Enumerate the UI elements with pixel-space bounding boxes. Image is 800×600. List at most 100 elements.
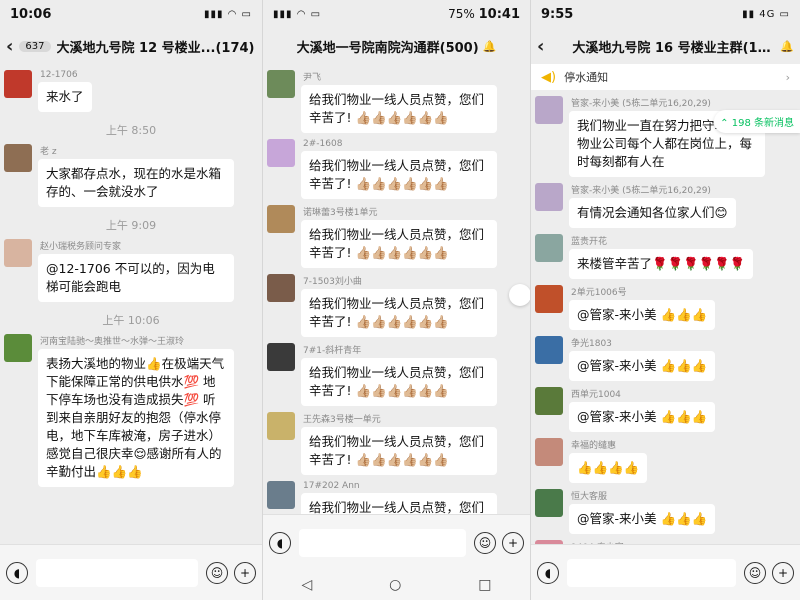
plus-icon[interactable]: + [772, 561, 794, 584]
avatar[interactable] [267, 481, 295, 509]
mute-bell-icon: 🔔 [780, 39, 794, 53]
avatar[interactable] [535, 96, 563, 124]
chat-area: 尹飞 给我们物业一线人员点赞，您们辛苦了! 👍🏼👍🏼👍🏼👍🏼👍🏼👍🏼 2#-1608… [263, 64, 530, 514]
avatar[interactable] [4, 334, 32, 362]
sender-name: 7#1-斜杆青年 [303, 346, 362, 356]
chevron-right-icon: › [785, 70, 790, 84]
message-row: 2#-1608 给我们物业一线人员点赞，您们辛苦了! 👍🏼👍🏼👍🏼👍🏼👍🏼👍🏼 [267, 139, 524, 199]
message-row: 河南宝陆驰～奥推世～水弹～王淑玲表扬大溪地的物业👍在极端天气下能保障正常的供电供… [4, 334, 256, 487]
announcement-bar[interactable]: ◀) 停水通知 › [531, 64, 800, 90]
message-bubble[interactable]: @12-1706 不可以的，因为电梯可能会跑电 [38, 254, 234, 302]
avatar[interactable] [535, 285, 563, 313]
message-bubble[interactable]: 来水了 [38, 82, 92, 112]
message-bubble[interactable]: 给我们物业一线人员点赞，您们辛苦了! 👍🏼👍🏼👍🏼👍🏼👍🏼👍🏼 [301, 151, 497, 199]
voice-icon[interactable]: ◖ [269, 531, 291, 554]
message-body: 老 z 大家都存点水，现在的水是水箱存的、一会就没水了 [38, 144, 234, 207]
speaker-icon: ◀) [541, 69, 557, 85]
message-bubble[interactable]: @管家-来小美 👍👍👍 [569, 504, 716, 534]
emoji-icon[interactable]: ☺ [474, 531, 496, 554]
avatar[interactable] [267, 412, 295, 440]
sender-name: 幸福的缱惠 [571, 441, 617, 451]
sender-name: 河南宝陆驰～奥推世～水弹～王淑玲 [40, 337, 185, 347]
avatar[interactable] [267, 139, 295, 167]
avatar[interactable] [535, 234, 563, 262]
avatar[interactable] [535, 387, 563, 415]
nav-back-icon[interactable]: ◁ [301, 577, 312, 593]
message-row: 老 z 大家都存点水，现在的水是水箱存的、一会就没水了 [4, 144, 256, 207]
time-separator: 上午 9:09 [105, 219, 157, 232]
sender-name: 蓝贵开花 [571, 237, 608, 247]
message-body: 蓝贵开花来楼管辛苦了🌹🌹🌹🌹🌹🌹 [569, 234, 754, 279]
status-time: 10:41 [478, 6, 520, 22]
message-bubble[interactable]: @管家-来小美 👍👍👍 [569, 300, 716, 330]
new-messages-pill[interactable]: ⌃ 198 条新消息 [714, 110, 800, 133]
avatar[interactable] [535, 183, 563, 211]
message-body: 恒大客服 @管家-来小美 👍👍👍 [569, 489, 716, 534]
sender-name: 尹飞 [303, 73, 322, 83]
avatar[interactable] [4, 70, 32, 98]
nav-recents-icon[interactable]: □ [478, 577, 491, 593]
emoji-icon[interactable]: ☺ [206, 561, 228, 584]
message-bubble[interactable]: 给我们物业一线人员点赞，您们辛苦了! 👍🏼👍🏼👍🏼👍🏼👍🏼👍🏼 [301, 427, 497, 475]
plus-icon[interactable]: + [234, 561, 256, 584]
chat-title: 大溪地一号院南院沟通群(500) [296, 40, 479, 56]
sender-name: 诺琳蕾3号楼1单元 [303, 208, 378, 218]
message-body: 西单元1004 @管家-来小美 👍👍👍 [569, 387, 716, 432]
avatar[interactable] [535, 489, 563, 517]
message-body: 王先森3号楼一单元给我们物业一线人员点赞，您们辛苦了! 👍🏼👍🏼👍🏼👍🏼👍🏼👍🏼 [301, 412, 497, 475]
message-bubble[interactable]: 给我们物业一线人员点赞，您们辛苦了! 👍🏼👍🏼👍🏼👍🏼👍🏼👍🏼 [301, 220, 497, 268]
floating-button[interactable] [509, 284, 530, 306]
status-icons: ▮▮▮ ◠ ▭ [203, 8, 252, 20]
message-bubble[interactable]: 有情况会通知各位家人们😊 [569, 198, 736, 228]
chat-title: 大溪地九号院 12 号楼业...(174) [56, 40, 255, 56]
avatar[interactable] [535, 438, 563, 466]
message-bubble[interactable]: 👍👍👍👍 [569, 453, 648, 483]
message-input[interactable] [36, 558, 198, 587]
message-bubble[interactable]: @管家-来小美 👍👍👍 [569, 351, 716, 381]
phone-screen-3: 9:55 ▮▮ 4G ▭ ‹ 大溪地九号院 16 号楼业主群(199) 🔔 ◀)… [531, 0, 800, 600]
status-time: 9:55 [541, 6, 574, 22]
message-bubble[interactable]: @管家-来小美 👍👍👍 [569, 402, 716, 432]
message-body: 2#-1608 给我们物业一线人员点赞，您们辛苦了! 👍🏼👍🏼👍🏼👍🏼👍🏼👍🏼 [301, 139, 497, 199]
message-bubble[interactable]: 给我们物业一线人员点赞，您们辛苦了! 👍🏼👍🏼👍🏼👍🏼👍🏼👍🏼 [301, 493, 497, 514]
plus-icon[interactable]: + [502, 531, 524, 554]
message-input[interactable] [567, 558, 736, 587]
message-body: 尹飞给我们物业一线人员点赞，您们辛苦了! 👍🏼👍🏼👍🏼👍🏼👍🏼👍🏼 [301, 70, 497, 133]
message-body: 河南宝陆驰～奥推世～水弹～王淑玲表扬大溪地的物业👍在极端天气下能保障正常的供电供… [38, 334, 234, 487]
phone-screen-2: ▮▮▮ ◠ ▭ 75% 10:41 大溪地一号院南院沟通群(500) 🔔 尹飞给… [263, 0, 531, 600]
time-separator: 上午 8:50 [105, 124, 157, 137]
avatar[interactable] [267, 205, 295, 233]
message-row: 管家-来小美 (5栋二单元16,20,29) 有情况会通知各位家人们😊 [535, 183, 794, 228]
message-body: 7#1-斜杆青年给我们物业一线人员点赞，您们辛苦了! 👍🏼👍🏼👍🏼👍🏼👍🏼👍🏼 [301, 343, 497, 406]
back-icon[interactable]: ‹ [6, 36, 13, 57]
message-input[interactable] [299, 528, 466, 557]
avatar[interactable] [535, 336, 563, 364]
avatar[interactable] [267, 70, 295, 98]
message-body: 幸福的缱惠 👍👍👍👍 [569, 438, 648, 483]
nav-home-icon[interactable]: ○ [389, 577, 401, 593]
sender-name: 7-1503刘小曲 [303, 277, 362, 287]
message-list: 管家-来小美 (5栋二单元16,20,29) 我们物业一直在努力把守车库，物业公司… [531, 96, 800, 544]
avatar[interactable] [267, 274, 295, 302]
sender-name: 王先森3号楼一单元 [303, 415, 381, 425]
sender-name: 2单元1006号 [571, 288, 627, 298]
message-body: 争光1803 @管家-来小美 👍👍👍 [569, 336, 716, 381]
emoji-icon[interactable]: ☺ [744, 561, 766, 584]
message-bubble[interactable]: 给我们物业一线人员点赞，您们辛苦了! 👍🏼👍🏼👍🏼👍🏼👍🏼👍🏼 [301, 85, 497, 133]
back-icon[interactable]: ‹ [537, 36, 544, 57]
message-bubble[interactable]: 给我们物业一线人员点赞，您们辛苦了! 👍🏼👍🏼👍🏼👍🏼👍🏼👍🏼 [301, 289, 497, 337]
message-bubble[interactable]: 表扬大溪地的物业👍在极端天气下能保障正常的供电供水💯 地下停车场也没有造成损失💯… [38, 349, 234, 487]
voice-icon[interactable]: ◖ [537, 561, 559, 584]
chat-header: ‹ 大溪地九号院 16 号楼业主群(199) 🔔 [531, 28, 800, 64]
sender-name: 西单元1004 [571, 390, 621, 400]
message-bubble[interactable]: 来楼管辛苦了🌹🌹🌹🌹🌹🌹 [569, 249, 754, 279]
message-bubble[interactable]: 大家都存点水，现在的水是水箱存的、一会就没水了 [38, 159, 234, 207]
avatar[interactable] [4, 239, 32, 267]
voice-icon[interactable]: ◖ [6, 561, 28, 584]
sender-name: 老 z [40, 147, 57, 157]
avatar[interactable] [4, 144, 32, 172]
sender-name: 17#202 Ann [303, 481, 360, 491]
status-bar: ▮▮▮ ◠ ▭ 75% 10:41 [263, 0, 530, 28]
avatar[interactable] [267, 343, 295, 371]
message-bubble[interactable]: 给我们物业一线人员点赞，您们辛苦了! 👍🏼👍🏼👍🏼👍🏼👍🏼👍🏼 [301, 358, 497, 406]
